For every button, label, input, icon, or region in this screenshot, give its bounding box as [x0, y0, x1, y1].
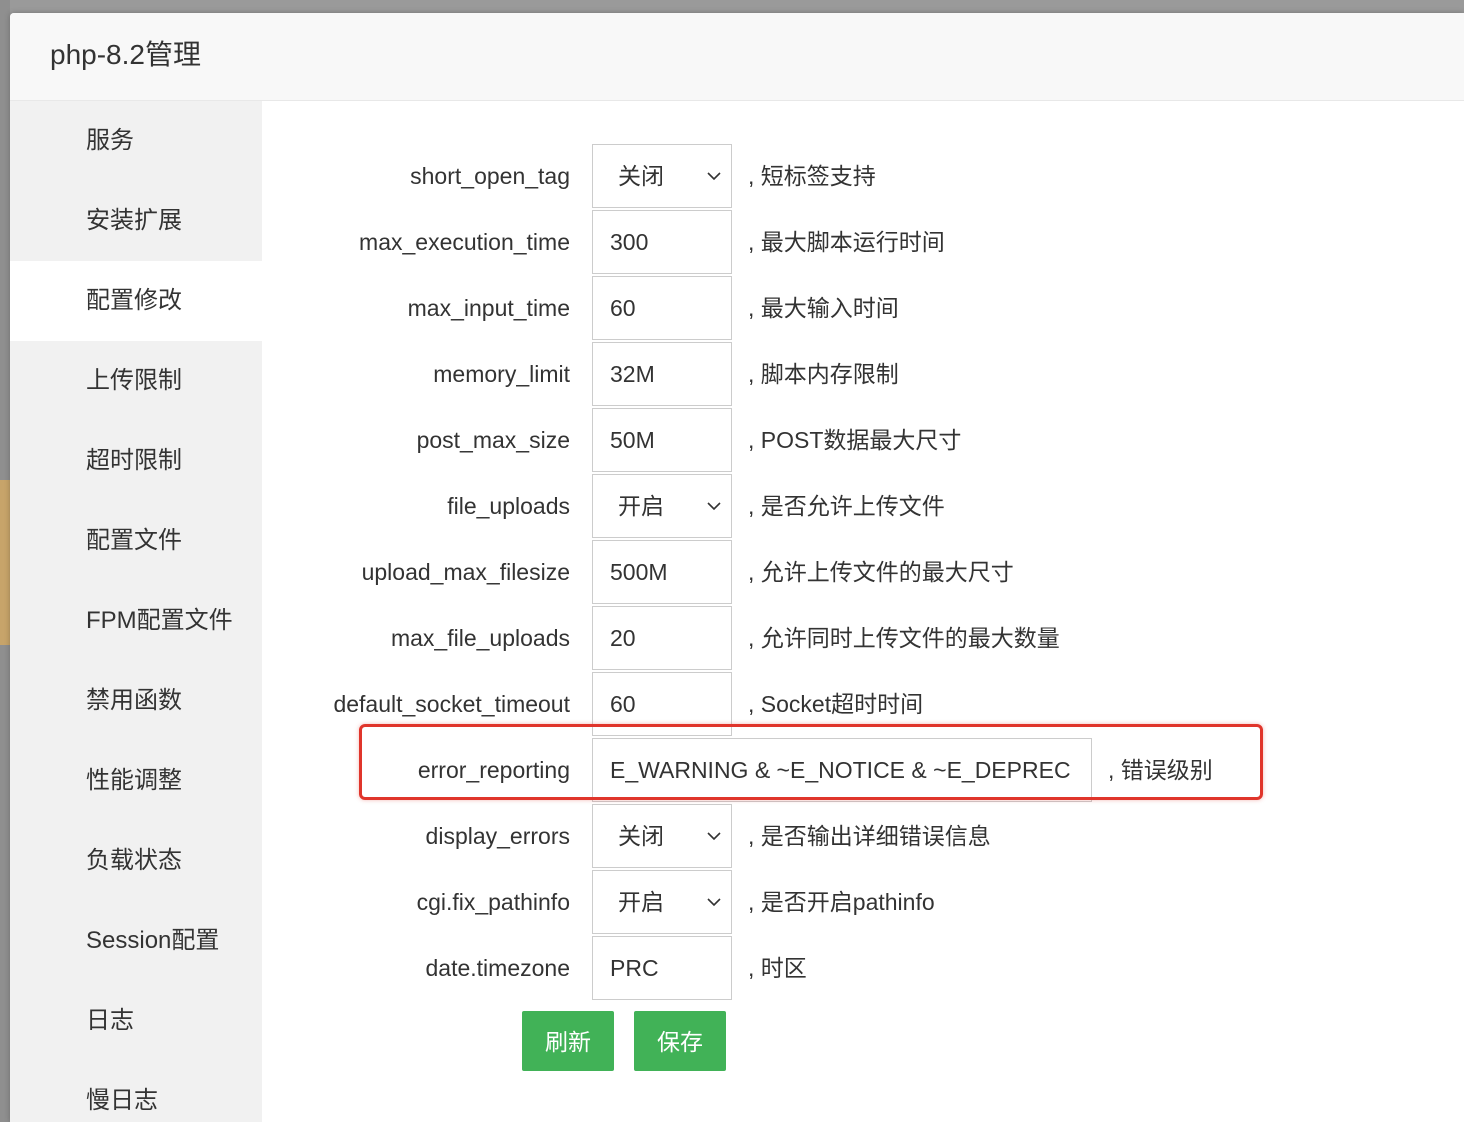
sidebar-item-fpm-config-file[interactable]: FPM配置文件: [10, 581, 262, 661]
sidebar-item-performance-tuning[interactable]: 性能调整: [10, 741, 262, 821]
post-max-size-input[interactable]: 50M: [592, 408, 732, 472]
setting-label: max_execution_time: [359, 229, 570, 255]
dialog-header: php-8.2管理: [10, 13, 1464, 101]
setting-row: max_execution_time 300 , 最大脚本运行时间: [262, 210, 1462, 274]
setting-description: , 是否开启pathinfo: [748, 889, 935, 915]
chevron-down-icon: [707, 898, 721, 907]
sidebar-item-service[interactable]: 服务: [10, 101, 262, 181]
backdrop-accent: [0, 480, 10, 645]
sidebar-item-config-file[interactable]: 配置文件: [10, 501, 262, 581]
setting-description: , 最大脚本运行时间: [748, 229, 945, 255]
setting-label: upload_max_filesize: [361, 559, 570, 585]
setting-description: , 允许同时上传文件的最大数量: [748, 625, 1060, 651]
dialog-title: php-8.2管理: [50, 39, 201, 70]
setting-label: default_socket_timeout: [333, 691, 570, 717]
sidebar-item-install-extension[interactable]: 安装扩展: [10, 181, 262, 261]
sidebar-item-log[interactable]: 日志: [10, 981, 262, 1061]
setting-label: date.timezone: [425, 955, 570, 981]
display-errors-select[interactable]: 关闭: [592, 804, 732, 868]
refresh-button[interactable]: 刷新: [522, 1011, 614, 1071]
select-value: 开启: [618, 493, 664, 519]
setting-label: max_input_time: [407, 295, 570, 321]
select-value: 关闭: [618, 163, 664, 189]
max-execution-time-input[interactable]: 300: [592, 210, 732, 274]
setting-label: post_max_size: [416, 427, 570, 453]
default-socket-timeout-input[interactable]: 60: [592, 672, 732, 736]
file-uploads-select[interactable]: 开启: [592, 474, 732, 538]
setting-description: , 脚本内存限制: [748, 361, 899, 387]
chevron-down-icon: [707, 502, 721, 511]
setting-row: display_errors 关闭 , 是否输出详细错误信息: [262, 804, 1462, 868]
save-button[interactable]: 保存: [634, 1011, 726, 1071]
max-file-uploads-input[interactable]: 20: [592, 606, 732, 670]
setting-label: display_errors: [425, 823, 570, 849]
sidebar: 服务 安装扩展 配置修改 上传限制 超时限制 配置文件 FPM配置文件 禁用函数…: [10, 101, 262, 1122]
sidebar-item-upload-limit[interactable]: 上传限制: [10, 341, 262, 421]
memory-limit-input[interactable]: 32M: [592, 342, 732, 406]
select-value: 关闭: [618, 823, 664, 849]
setting-label: file_uploads: [447, 493, 570, 519]
upload-max-filesize-input[interactable]: 500M: [592, 540, 732, 604]
setting-row: default_socket_timeout 60 , Socket超时时间: [262, 672, 1462, 736]
setting-label: max_file_uploads: [390, 625, 570, 651]
setting-row: date.timezone PRC , 时区: [262, 936, 1462, 1000]
cgi-fix-pathinfo-select[interactable]: 开启: [592, 870, 732, 934]
setting-row: max_input_time 60 , 最大输入时间: [262, 276, 1462, 340]
setting-description: , 是否输出详细错误信息: [748, 823, 991, 849]
setting-description: , 是否允许上传文件: [748, 493, 945, 519]
chevron-down-icon: [707, 172, 721, 181]
short-open-tag-select[interactable]: 关闭: [592, 144, 732, 208]
date-timezone-input[interactable]: PRC: [592, 936, 732, 1000]
sidebar-item-timeout-limit[interactable]: 超时限制: [10, 421, 262, 501]
sidebar-item-load-status[interactable]: 负载状态: [10, 821, 262, 901]
setting-row: max_file_uploads 20 , 允许同时上传文件的最大数量: [262, 606, 1462, 670]
setting-row: memory_limit 32M , 脚本内存限制: [262, 342, 1462, 406]
setting-description: , Socket超时时间: [748, 691, 924, 717]
max-input-time-input[interactable]: 60: [592, 276, 732, 340]
error-reporting-input[interactable]: E_WARNING & ~E_NOTICE & ~E_DEPREC: [592, 738, 1092, 802]
setting-description: , POST数据最大尺寸: [748, 427, 962, 453]
php-manager-dialog: php-8.2管理 服务 安装扩展 配置修改 上传限制 超时限制 配置文件 FP…: [10, 13, 1464, 1122]
setting-label: error_reporting: [417, 757, 570, 783]
setting-row: upload_max_filesize 500M , 允许上传文件的最大尺寸: [262, 540, 1462, 604]
chevron-down-icon: [707, 832, 721, 841]
setting-label: memory_limit: [433, 361, 570, 387]
sidebar-item-disabled-functions[interactable]: 禁用函数: [10, 661, 262, 741]
setting-row: post_max_size 50M , POST数据最大尺寸: [262, 408, 1462, 472]
setting-description: , 允许上传文件的最大尺寸: [748, 559, 1014, 585]
setting-label: short_open_tag: [410, 163, 570, 189]
sidebar-item-slow-log[interactable]: 慢日志: [10, 1061, 262, 1122]
sidebar-item-session-config[interactable]: Session配置: [10, 901, 262, 981]
sidebar-item-config-edit[interactable]: 配置修改: [10, 261, 262, 341]
select-value: 开启: [618, 889, 664, 915]
setting-description: , 时区: [748, 955, 807, 981]
setting-row: error_reporting E_WARNING & ~E_NOTICE & …: [262, 738, 1462, 802]
setting-row: short_open_tag 关闭 , 短标签支持: [262, 144, 1462, 208]
setting-description: , 错误级别: [1108, 757, 1213, 783]
setting-row: cgi.fix_pathinfo 开启 , 是否开启pathinfo: [262, 870, 1462, 934]
setting-row: file_uploads 开启 , 是否允许上传文件: [262, 474, 1462, 538]
config-form: short_open_tag 关闭 , 短标签支持 max_execution_…: [262, 101, 1464, 1122]
setting-description: , 短标签支持: [748, 163, 876, 189]
setting-label: cgi.fix_pathinfo: [416, 889, 570, 915]
setting-description: , 最大输入时间: [748, 295, 899, 321]
